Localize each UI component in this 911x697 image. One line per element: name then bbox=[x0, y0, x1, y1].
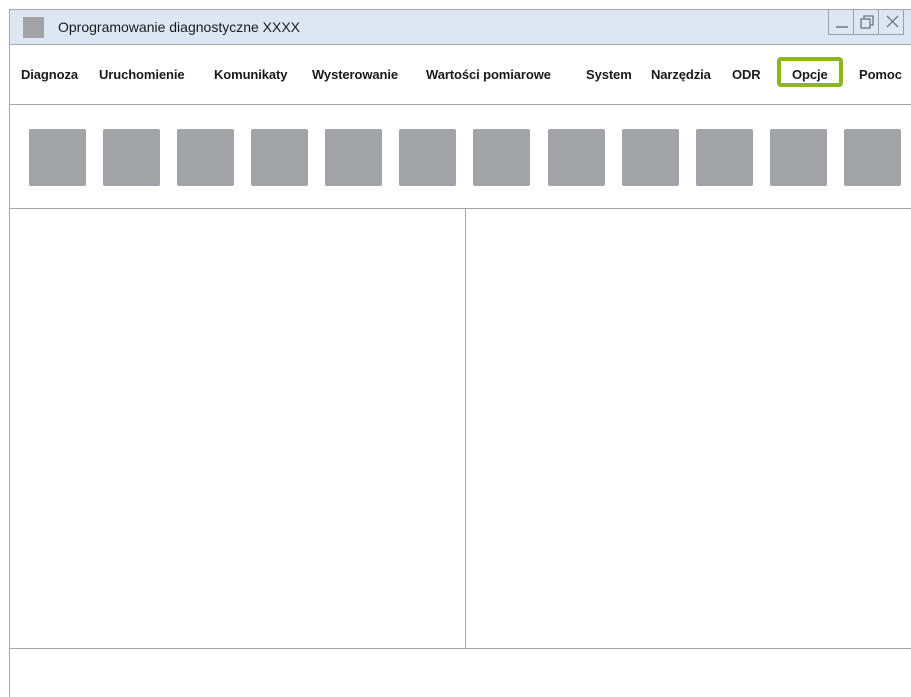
menu-item-narzedzia[interactable]: Narzędzia bbox=[651, 67, 711, 82]
close-button[interactable] bbox=[878, 10, 904, 35]
toolbar-button-10[interactable] bbox=[696, 129, 753, 186]
toolbar-button-2[interactable] bbox=[103, 129, 160, 186]
toolbar-button-5[interactable] bbox=[325, 129, 382, 186]
right-panel bbox=[466, 209, 911, 649]
menu-bar: Diagnoza Uruchomienie Komunikaty Wystero… bbox=[10, 45, 911, 105]
close-icon bbox=[886, 15, 899, 28]
menu-item-opcje[interactable]: Opcje bbox=[777, 57, 843, 87]
menu-item-wysterowanie[interactable]: Wysterowanie bbox=[312, 67, 398, 82]
toolbar-button-12[interactable] bbox=[844, 129, 901, 186]
restore-icon bbox=[860, 15, 874, 29]
menu-item-pomoc[interactable]: Pomoc bbox=[859, 67, 902, 82]
minimize-button[interactable] bbox=[828, 10, 854, 35]
minimize-icon bbox=[836, 26, 848, 28]
toolbar-button-8[interactable] bbox=[548, 129, 605, 186]
menu-item-diagnoza[interactable]: Diagnoza bbox=[21, 67, 78, 82]
toolbar-button-1[interactable] bbox=[29, 129, 86, 186]
restore-button[interactable] bbox=[853, 10, 879, 35]
toolbar-button-4[interactable] bbox=[251, 129, 308, 186]
menu-item-odr[interactable]: ODR bbox=[732, 67, 761, 82]
toolbar bbox=[10, 105, 911, 209]
menu-item-wartosci-pomiarowe[interactable]: Wartości pomiarowe bbox=[426, 67, 551, 82]
toolbar-button-7[interactable] bbox=[473, 129, 530, 186]
status-bar bbox=[10, 649, 911, 697]
window-title: Oprogramowanie diagnostyczne XXXX bbox=[58, 19, 301, 35]
toolbar-button-11[interactable] bbox=[770, 129, 827, 186]
toolbar-button-3[interactable] bbox=[177, 129, 234, 186]
toolbar-button-6[interactable] bbox=[399, 129, 456, 186]
menu-item-komunikaty[interactable]: Komunikaty bbox=[214, 67, 288, 82]
menu-item-system[interactable]: System bbox=[586, 67, 632, 82]
menu-item-uruchomienie[interactable]: Uruchomienie bbox=[99, 67, 185, 82]
window-controls bbox=[828, 10, 904, 35]
title-bar: Oprogramowanie diagnostyczne XXXX bbox=[10, 10, 911, 45]
app-window: Oprogramowanie diagnostyczne XXXX Diagno… bbox=[9, 9, 911, 697]
app-icon bbox=[23, 17, 44, 38]
toolbar-button-9[interactable] bbox=[622, 129, 679, 186]
left-panel bbox=[10, 209, 466, 649]
